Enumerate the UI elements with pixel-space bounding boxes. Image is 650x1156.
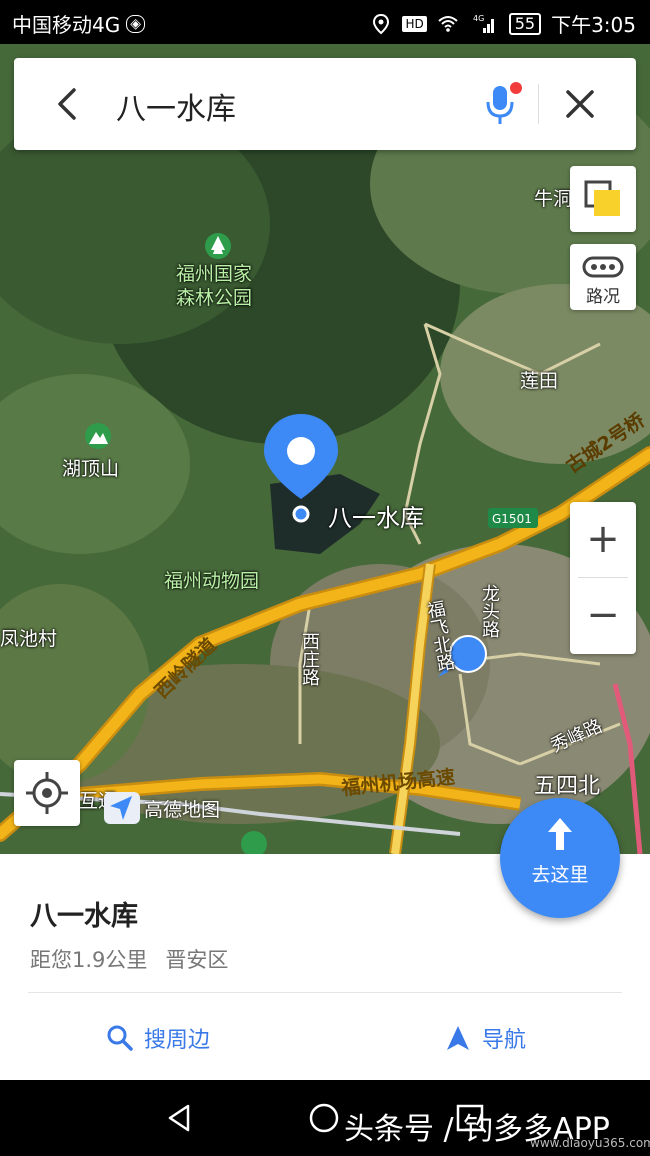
road-label-longtou: 龙头路	[479, 584, 500, 638]
go-here-label: 去这里	[531, 864, 589, 886]
signal-icon: 4G	[473, 14, 494, 33]
search-nearby-button[interactable]: 搜周边	[106, 1020, 210, 1056]
zoom-out-button[interactable]: −	[570, 578, 636, 652]
search-icon	[107, 1025, 133, 1051]
village-label-left[interactable]: 凤池村	[0, 624, 57, 651]
carrier-label: 中国移动4G	[12, 13, 121, 37]
layers-icon	[584, 180, 620, 216]
chevron-left-icon	[58, 88, 76, 120]
crosshair-icon	[26, 772, 68, 814]
place-distance: 距您1.9公里	[30, 948, 148, 972]
gaode-arrow-icon	[104, 792, 140, 824]
home-nav-icon[interactable]	[308, 1102, 340, 1134]
destination-dot	[292, 505, 310, 523]
back-nav-icon[interactable]	[164, 1102, 196, 1134]
zoom-controls: + −	[570, 502, 636, 654]
traffic-label: 路况	[586, 287, 620, 307]
layers-button[interactable]	[570, 166, 636, 232]
locate-me-button[interactable]	[14, 760, 80, 826]
panel-divider	[28, 992, 622, 993]
navigate-button[interactable]: 导航	[444, 1020, 526, 1056]
map-view[interactable]: G1501 福州国家 森林公园 湖顶山 八一水库 福州动物园 凤池村 牛洞 莲田…	[0, 44, 650, 854]
battery-indicator: 55	[508, 12, 542, 35]
clock: 下午3:05	[551, 13, 636, 37]
search-bar[interactable]: 八一水库	[14, 58, 636, 150]
location-status-icon	[373, 13, 390, 34]
search-divider	[538, 84, 539, 124]
wusibei-label[interactable]: 五四北	[534, 768, 600, 800]
hd-badge-icon: HD	[402, 15, 427, 32]
navigate-label: 导航	[482, 1028, 527, 1053]
place-district: 晋安区	[165, 948, 229, 972]
park-label[interactable]: 福州国家 森林公园	[176, 262, 252, 310]
pin-center	[287, 437, 315, 465]
notification-dot	[510, 82, 522, 94]
search-query[interactable]: 八一水库	[116, 84, 236, 128]
gaode-label: 高德地图	[144, 798, 221, 821]
place-meta: 距您1.9公里 晋安区	[30, 944, 228, 974]
close-button[interactable]	[560, 84, 600, 124]
zoo-label[interactable]: 福州动物园	[164, 566, 259, 593]
village-label-top-right[interactable]: 牛洞	[534, 184, 572, 211]
wifi-icon	[438, 15, 458, 32]
voice-search-button[interactable]	[482, 80, 522, 128]
reservoir-label[interactable]: 八一水库	[328, 498, 424, 533]
traffic-icon	[582, 256, 624, 278]
place-title: 八一水库	[30, 901, 138, 932]
navigation-arrow-icon	[447, 1026, 469, 1050]
search-nearby-label: 搜周边	[144, 1028, 211, 1053]
status-bar: 中国移动4G ◈ HD 4G 55 下午3:05	[0, 0, 650, 44]
microphone-icon	[493, 86, 507, 110]
gaode-logo: 高德地图	[104, 792, 220, 824]
g1501-label: G1501	[492, 512, 532, 526]
hd-icon: ◈	[126, 14, 146, 33]
watermark-url: www.diaoyu365.com	[530, 1136, 650, 1150]
close-icon	[566, 90, 594, 118]
lianhua-label[interactable]: 莲田	[520, 366, 558, 393]
traffic-button[interactable]: 路况	[570, 244, 636, 310]
zoom-in-button[interactable]: +	[570, 502, 636, 576]
park-label-line2: 森林公园	[176, 287, 253, 309]
park-label-line1: 福州国家	[176, 263, 253, 285]
mountain-label[interactable]: 湖顶山	[62, 454, 119, 481]
go-here-button[interactable]: 去这里	[500, 798, 620, 918]
arrow-up-icon	[548, 818, 572, 850]
network-type-label: 4G	[473, 14, 484, 23]
back-button[interactable]	[48, 84, 88, 124]
road-label-xizhuang: 西庄路	[299, 632, 320, 686]
